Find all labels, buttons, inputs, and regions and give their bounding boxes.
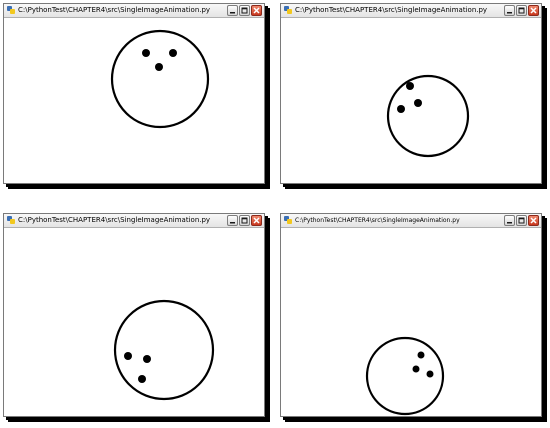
bowling-ball-image: [365, 336, 445, 416]
bowling-ball-image: [113, 299, 215, 401]
bowling-ball-image: [110, 29, 210, 129]
window-title: C:\PythonTest\CHAPTER4\src\SingleImageAn…: [295, 217, 460, 224]
title-bar[interactable]: C:\PythonTest\CHAPTER4\src\SingleImageAn…: [4, 4, 264, 18]
window-frame-4: C:\PythonTest\CHAPTER4\src\SingleImageAn…: [280, 213, 542, 417]
python-icon: [7, 216, 15, 224]
window-frame-1: C:\PythonTest\CHAPTER4\src\SingleImageAn…: [3, 3, 265, 184]
close-button[interactable]: [528, 5, 539, 16]
minimize-icon: [230, 12, 235, 14]
title-bar[interactable]: C:\PythonTest\CHAPTER4\src\SingleImageAn…: [281, 4, 541, 18]
window-client-area: [4, 18, 264, 183]
maximize-button[interactable]: [239, 215, 250, 226]
window-frame-2: C:\PythonTest\CHAPTER4\src\SingleImageAn…: [280, 3, 542, 184]
close-icon: [530, 7, 537, 14]
title-bar[interactable]: C:\PythonTest\CHAPTER4\src\SingleImageAn…: [281, 214, 541, 228]
window-frame-3: C:\PythonTest\CHAPTER4\src\SingleImageAn…: [3, 213, 265, 417]
close-icon: [253, 217, 260, 224]
minimize-button[interactable]: [504, 5, 515, 16]
window-client-area: [281, 228, 541, 416]
window-client-area: [4, 228, 264, 416]
minimize-icon: [507, 222, 512, 224]
close-icon: [530, 217, 537, 224]
window-controls: [504, 5, 539, 16]
maximize-icon: [241, 217, 248, 224]
window-client-area: [281, 18, 541, 183]
minimize-button[interactable]: [504, 215, 515, 226]
minimize-button[interactable]: [227, 5, 238, 16]
maximize-button[interactable]: [516, 5, 527, 16]
title-bar[interactable]: C:\PythonTest\CHAPTER4\src\SingleImageAn…: [4, 214, 264, 228]
close-button[interactable]: [528, 215, 539, 226]
window-controls: [227, 215, 262, 226]
python-icon: [284, 216, 292, 224]
close-button[interactable]: [251, 215, 262, 226]
window-controls: [227, 5, 262, 16]
python-icon: [284, 6, 292, 14]
python-icon: [7, 6, 15, 14]
maximize-button[interactable]: [239, 5, 250, 16]
close-button[interactable]: [251, 5, 262, 16]
close-icon: [253, 7, 260, 14]
window-title: C:\PythonTest\CHAPTER4\src\SingleImageAn…: [295, 6, 488, 14]
window-title: C:\PythonTest\CHAPTER4\src\SingleImageAn…: [18, 6, 211, 14]
maximize-button[interactable]: [516, 215, 527, 226]
window-title: C:\PythonTest\CHAPTER4\src\SingleImageAn…: [18, 216, 211, 224]
minimize-icon: [230, 222, 235, 224]
maximize-icon: [518, 7, 525, 14]
maximize-icon: [518, 217, 525, 224]
minimize-icon: [507, 12, 512, 14]
bowling-ball-image: [386, 74, 470, 158]
window-controls: [504, 215, 539, 226]
maximize-icon: [241, 7, 248, 14]
minimize-button[interactable]: [227, 215, 238, 226]
